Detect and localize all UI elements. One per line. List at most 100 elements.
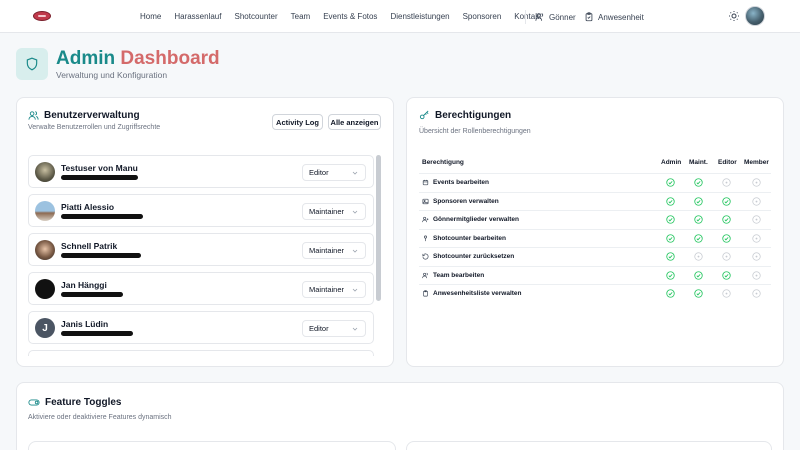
- user-list: Testuser von Manu Editor Piatti Alessio …: [28, 152, 374, 356]
- user-list-scrollbar[interactable]: [376, 155, 381, 301]
- avatar: [35, 240, 55, 260]
- col-maint: Maint.: [689, 159, 708, 166]
- user-management-title: Benutzerverwaltung: [28, 110, 140, 121]
- feature-toggle-panel: [28, 441, 396, 450]
- nav-link-sponsoren[interactable]: Sponsoren: [463, 12, 502, 21]
- user-name: Jan Hänggi: [61, 280, 107, 290]
- redacted-email: [61, 214, 143, 219]
- permissions-title: Berechtigungen: [419, 110, 511, 121]
- permission-label: Anwesenheitsliste verwalten: [433, 290, 522, 297]
- permission-label: Gönnermitglieder verwalten: [433, 216, 519, 223]
- role-select[interactable]: Editor: [302, 320, 366, 337]
- check-circle-icon: [694, 215, 703, 224]
- nav-link-dienstleistungen[interactable]: Dienstleistungen: [390, 12, 449, 21]
- page-title: Admin Dashboard: [56, 48, 220, 69]
- user-name: Schnell Patrik: [61, 241, 118, 251]
- clipboard-icon: [423, 290, 428, 297]
- check-circle-icon: [722, 270, 731, 280]
- empty-circle-icon: [752, 196, 761, 206]
- feature-toggle-panel: [406, 441, 772, 450]
- check-circle-icon: [666, 252, 675, 261]
- check-circle-icon: [722, 233, 731, 243]
- user-row: J Janis Lüdin Editor: [28, 311, 374, 344]
- empty-circle-icon: [752, 270, 761, 280]
- sun-icon[interactable]: [728, 10, 740, 22]
- check-circle-icon: [666, 178, 675, 187]
- nav-link-home[interactable]: Home: [140, 12, 161, 21]
- role-select[interactable]: Maintainer: [302, 242, 366, 259]
- check-circle-icon: [666, 233, 675, 243]
- empty-circle-icon: [752, 215, 761, 224]
- permission-row: Gönnermitglieder verwalten: [419, 210, 771, 228]
- empty-circle-icon: [722, 252, 731, 261]
- calendar-icon: [422, 179, 429, 186]
- role-select[interactable]: Editor: [302, 164, 366, 181]
- toggle-icon: [28, 399, 40, 406]
- avatar: [35, 279, 55, 299]
- table-header: Berechtigung Admin Maint. Editor Member: [419, 159, 771, 171]
- pin-icon: [424, 235, 427, 241]
- empty-circle-icon: [722, 289, 731, 298]
- shield-icon: [26, 57, 38, 71]
- nav-links: Home Harassenlauf Shotcounter Team Event…: [140, 12, 554, 21]
- feature-toggles-title: Feature Toggles: [28, 397, 122, 408]
- role-select[interactable]: Maintainer: [302, 281, 366, 298]
- permission-label: Team bearbeiten: [433, 271, 485, 279]
- page-subtitle: Verwaltung und Konfiguration: [56, 70, 168, 80]
- check-circle-icon: [666, 196, 675, 206]
- empty-circle-icon: [752, 289, 761, 298]
- permission-label: Events bearbeiten: [433, 179, 489, 186]
- user-name: Testuser von Manu: [61, 163, 138, 173]
- role-select[interactable]: Maintainer: [302, 203, 366, 220]
- avatar: [35, 201, 55, 221]
- chevron-down-icon: [352, 171, 358, 175]
- empty-circle-icon: [694, 252, 703, 261]
- nav-anwesenheit-label: Anwesenheit: [598, 12, 644, 22]
- user-plus-icon: [422, 216, 429, 223]
- shield-icon-badge: [16, 48, 48, 80]
- check-circle-icon: [722, 215, 731, 224]
- show-all-button[interactable]: Alle anzeigen: [328, 114, 381, 130]
- user-name: Piatti Alessio: [61, 202, 115, 212]
- nav-link-shotcounter[interactable]: Shotcounter: [234, 12, 277, 21]
- chevron-down-icon: [352, 249, 358, 253]
- nav-link-events-fotos[interactable]: Events & Fotos: [323, 12, 377, 21]
- key-icon: [419, 110, 429, 120]
- users-icon: [422, 272, 428, 278]
- nav-link-goenner[interactable]: Gönner: [535, 12, 576, 22]
- users-icon: [28, 111, 39, 120]
- activity-log-button[interactable]: Activity Log: [272, 114, 323, 130]
- user-name: Janis Lüdin: [61, 319, 109, 329]
- reset-icon: [422, 253, 429, 260]
- nav-link-harassenlauf[interactable]: Harassenlauf: [174, 12, 221, 21]
- permission-label: Shotcounter bearbeiten: [433, 234, 506, 242]
- permission-row: Sponsoren verwalten: [419, 191, 771, 210]
- empty-circle-icon: [752, 233, 761, 243]
- chevron-down-icon: [352, 288, 358, 292]
- nav-link-anwesenheit[interactable]: Anwesenheit: [584, 12, 644, 22]
- feature-toggles-subtitle: Aktiviere oder deaktiviere Features dyna…: [28, 414, 172, 421]
- redacted-email: [61, 331, 133, 336]
- redacted-email: [61, 292, 123, 297]
- clipboard-icon: [585, 12, 593, 22]
- col-member: Member: [744, 159, 769, 166]
- user-row: Piatti Alessio Maintainer: [28, 194, 374, 227]
- check-circle-icon: [666, 215, 675, 224]
- avatar: [35, 162, 55, 182]
- chevron-down-icon: [352, 327, 358, 331]
- empty-circle-icon: [752, 178, 761, 187]
- check-circle-icon: [694, 233, 703, 243]
- nav-goenner-label: Gönner: [549, 12, 576, 22]
- permission-row: Shotcounter bearbeiten: [419, 228, 771, 247]
- avatar: J: [35, 318, 55, 338]
- permission-row: Team bearbeiten: [419, 265, 771, 284]
- user-row: Jan Hänggi Maintainer: [28, 272, 374, 305]
- nav-link-team[interactable]: Team: [291, 12, 311, 21]
- brand-logo[interactable]: [33, 11, 51, 21]
- user-avatar[interactable]: [745, 6, 765, 26]
- check-circle-icon: [722, 196, 731, 206]
- image-icon: [422, 198, 429, 204]
- empty-circle-icon: [752, 252, 761, 261]
- redacted-email: [61, 253, 141, 258]
- user-management-subtitle: Verwalte Benutzerrollen und Zugriffsrech…: [28, 124, 161, 131]
